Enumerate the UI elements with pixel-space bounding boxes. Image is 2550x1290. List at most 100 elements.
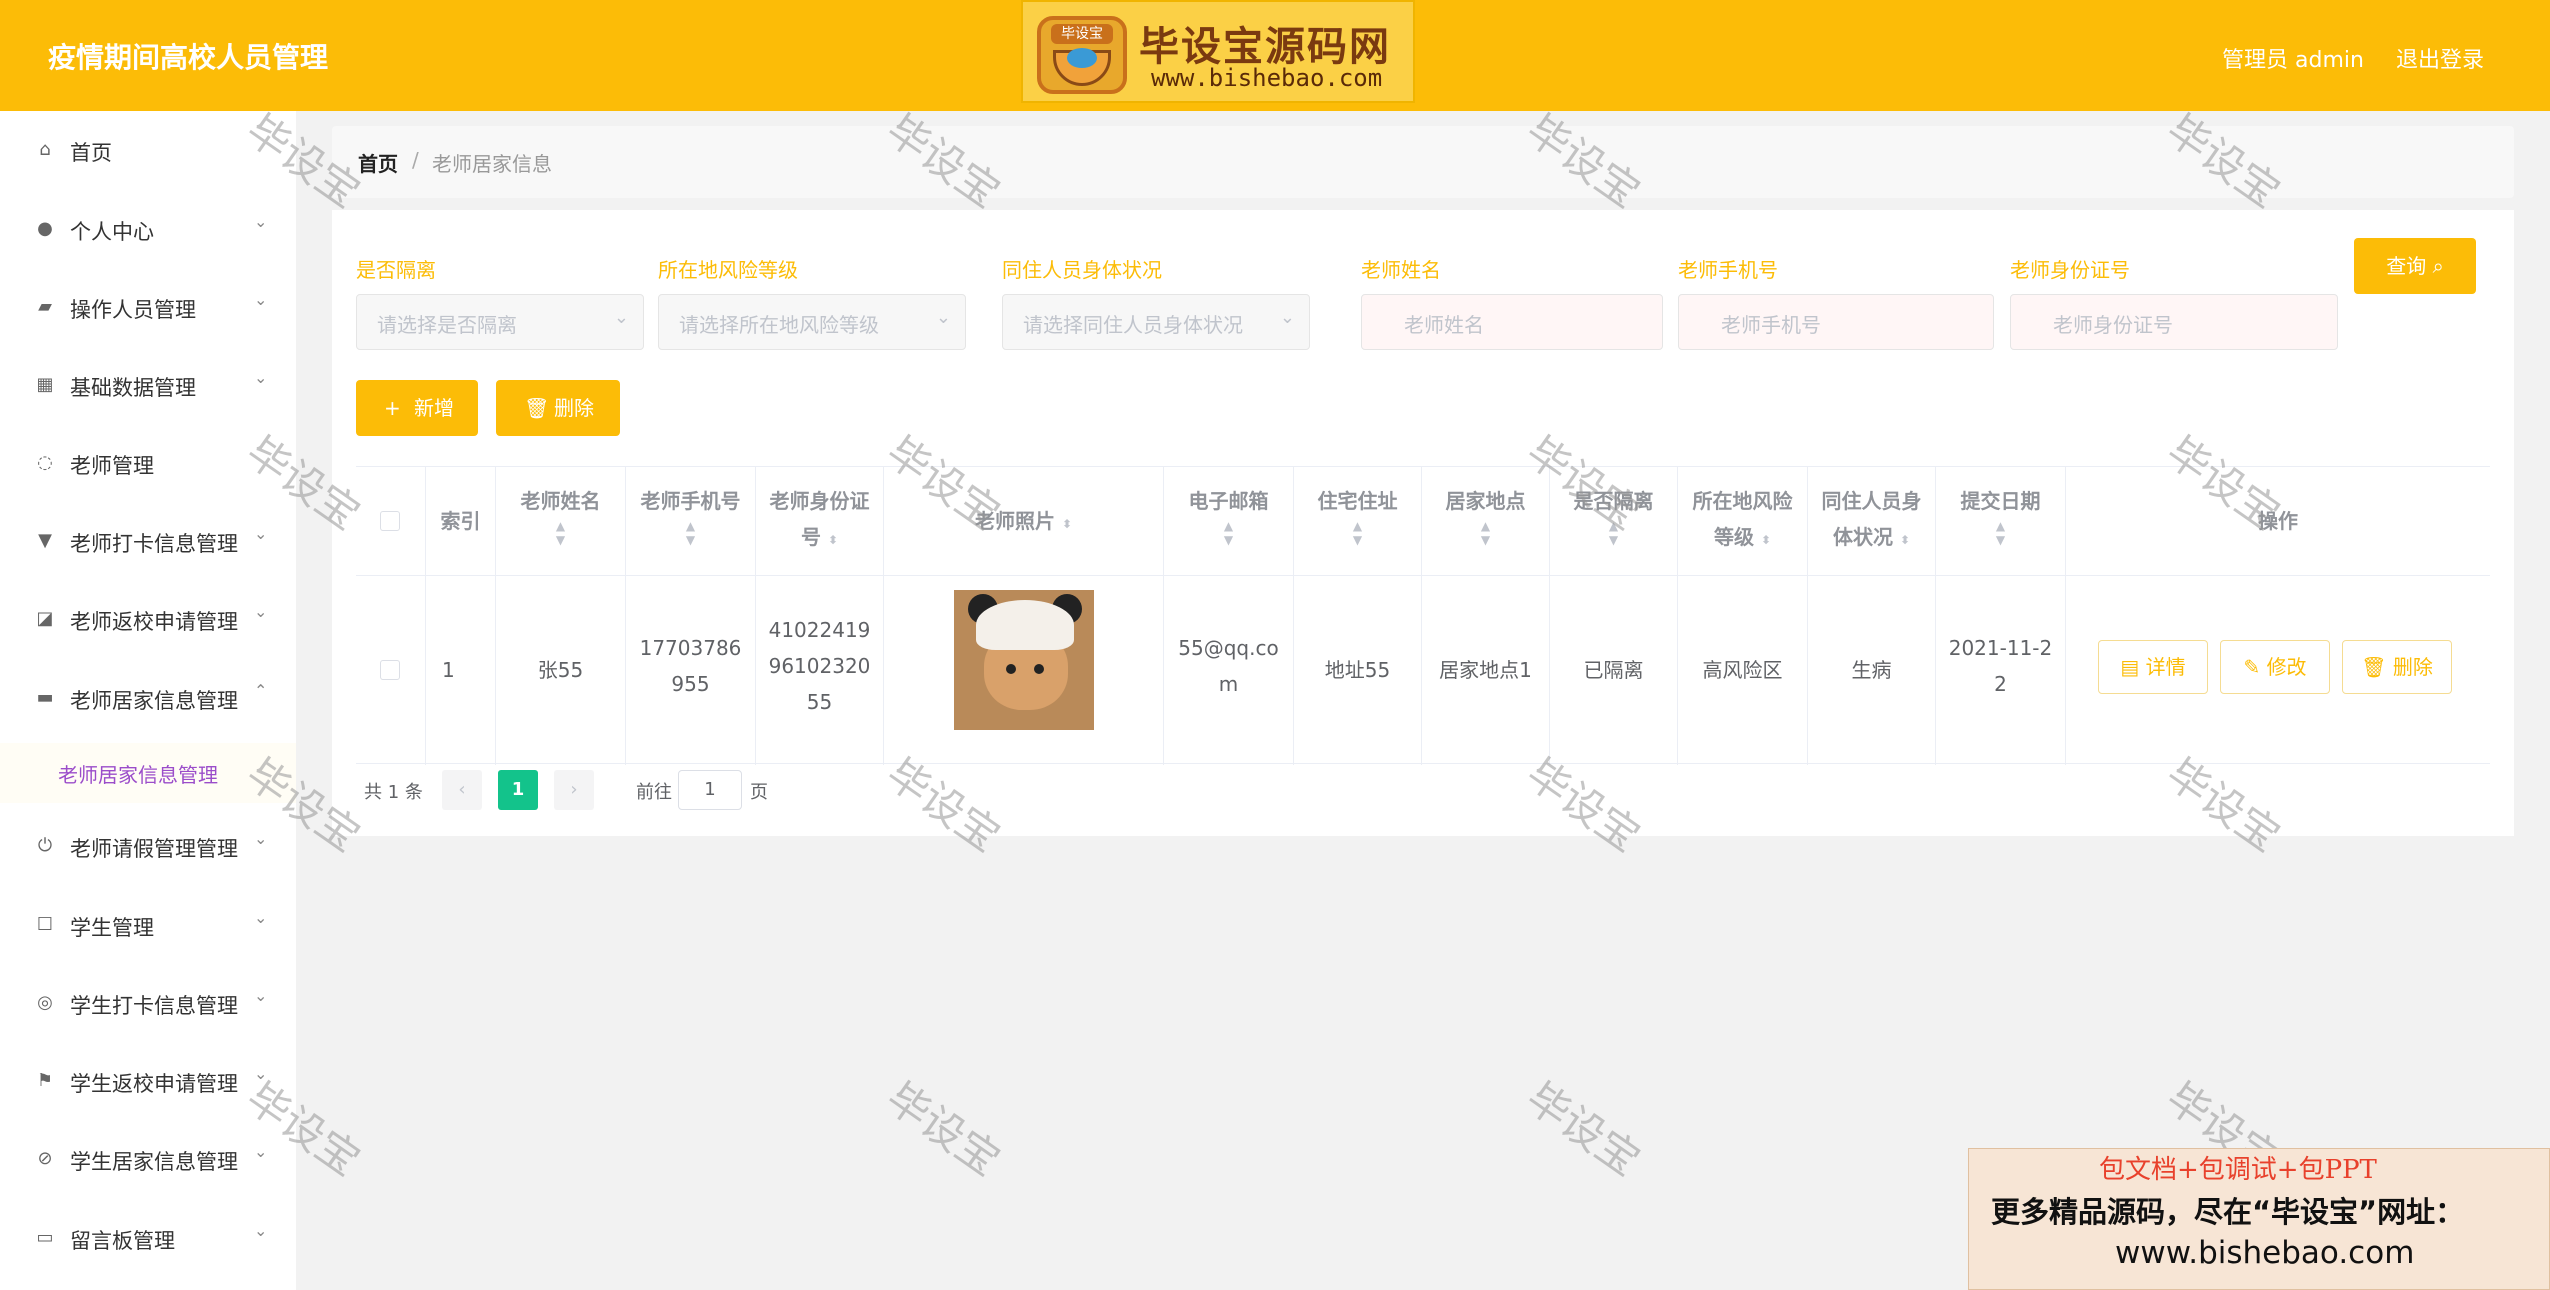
sidebar-item-teacher-home[interactable]: ▬ 老师居家信息管理 ⌃ bbox=[0, 669, 296, 729]
watermark: 毕设宝 bbox=[1517, 1072, 1649, 1186]
admin-label: 管理员 admin bbox=[2222, 48, 2364, 73]
sidebar-item-teacher-return[interactable]: ◪ 老师返校申请管理 ⌄ bbox=[0, 590, 296, 650]
cell-isolated: 已隔离 bbox=[1550, 575, 1678, 765]
select-placeholder: 请选择所在地风险等级 bbox=[679, 313, 879, 337]
teacher-phone-input[interactable]: 老师手机号 bbox=[1678, 294, 1994, 350]
promo-line-1: 包文档+包调试+包PPT bbox=[2099, 1155, 2377, 1185]
main-panel: 是否隔离 请选择是否隔离 ⌄ 所在地风险等级 请选择所在地风险等级 ⌄ 同住人员… bbox=[332, 210, 2514, 836]
edit-button[interactable]: ✎ 修改 bbox=[2220, 640, 2330, 694]
header-risk-level[interactable]: 所在地风险 等级 ⬍ bbox=[1678, 467, 1808, 575]
sidebar-item-operators[interactable]: ▰ 操作人员管理 ⌄ bbox=[0, 278, 296, 338]
pagination-page-label: 页 bbox=[750, 782, 768, 803]
chevron-down-icon: ⌄ bbox=[254, 290, 268, 309]
logout-button[interactable]: 退出登录 bbox=[2396, 42, 2484, 74]
header-address[interactable]: 住宅住址 ▲ ▼ bbox=[1294, 467, 1422, 575]
query-button[interactable]: 查询 ⌕ bbox=[2354, 238, 2476, 294]
chevron-down-icon: ⌄ bbox=[613, 307, 629, 328]
sidebar-item-teacher-checkin[interactable]: ▼ 老师打卡信息管理 ⌄ bbox=[0, 512, 296, 572]
site-logo: 毕设宝 毕设宝源码网 www.bishebao.com bbox=[1021, 0, 1415, 103]
header-cohabit-health[interactable]: 同住人员身 体状况 ⬍ bbox=[1808, 467, 1936, 575]
top-bar: 疫情期间高校人员管理 毕设宝 毕设宝源码网 www.bishebao.com 管… bbox=[0, 0, 2550, 111]
row-checkbox[interactable] bbox=[380, 660, 400, 680]
isolated-select[interactable]: 请选择是否隔离 ⌄ bbox=[356, 294, 644, 350]
page-number-button[interactable]: 1 bbox=[498, 770, 538, 810]
watermark: 毕设宝 bbox=[1517, 104, 1649, 218]
cell-phone: 17703786 955 bbox=[626, 575, 756, 765]
compass-icon: ◎ bbox=[37, 992, 53, 1013]
promo-line-2: 更多精品源码，尽在“毕设宝”网址： bbox=[1991, 1195, 2465, 1229]
next-page-button[interactable]: › bbox=[554, 770, 594, 810]
data-table: 索引 老师姓名 ▲ ▼ 老师手机号 ▲ ▼ 老师身份证号 ⬍ 老师照片 ⬍ 电子邮箱 ▲ ▼… bbox=[356, 466, 2490, 765]
sort-icon: ▲ ▼ bbox=[685, 519, 696, 547]
plus-icon: + bbox=[384, 396, 401, 420]
header-email[interactable]: 电子邮箱 ▲ ▼ bbox=[1164, 467, 1294, 575]
breadcrumb-current: 老师居家信息 bbox=[432, 152, 552, 176]
row-delete-button[interactable]: 🗑 删除 bbox=[2342, 640, 2452, 694]
header-name[interactable]: 老师姓名 ▲ ▼ bbox=[496, 467, 626, 575]
ticket-icon: ▬ bbox=[36, 687, 54, 708]
cohabit-health-select[interactable]: 请选择同住人员身体状况 ⌄ bbox=[1002, 294, 1310, 350]
query-label: 查询 bbox=[2386, 254, 2427, 278]
sidebar-item-message-board[interactable]: ▭ 留言板管理 ⌄ bbox=[0, 1209, 296, 1269]
chevron-down-icon: ⌄ bbox=[254, 368, 268, 387]
app-title: 疫情期间高校人员管理 bbox=[48, 41, 329, 74]
detail-button[interactable]: ▤ 详情 bbox=[2098, 640, 2208, 694]
sidebar-item-teacher-leave[interactable]: ⏻ 老师请假管理管理 ⌄ bbox=[0, 817, 296, 877]
input-placeholder: 老师姓名 bbox=[1404, 313, 1484, 337]
teacher-photo[interactable] bbox=[954, 590, 1094, 730]
power-icon: ⏻ bbox=[37, 835, 53, 856]
sidebar-item-label: 老师请假管理管理 bbox=[70, 837, 238, 861]
chevron-down-icon: ⌄ bbox=[254, 908, 268, 927]
header-phone[interactable]: 老师手机号 ▲ ▼ bbox=[626, 467, 756, 575]
add-button[interactable]: + 新增 bbox=[356, 380, 478, 436]
chevron-up-icon: ⌃ bbox=[254, 681, 268, 700]
page-jump-input[interactable]: 1 bbox=[678, 770, 742, 810]
sort-icon: ⬍ bbox=[1760, 533, 1772, 547]
cell-index: 1 bbox=[426, 575, 496, 765]
chevron-down-icon: ⌄ bbox=[254, 829, 268, 848]
sort-icon: ▲ ▼ bbox=[1480, 519, 1491, 547]
sort-icon: ⬍ bbox=[827, 533, 839, 547]
cell-email: 55@qq.co m bbox=[1164, 575, 1294, 765]
risk-level-select[interactable]: 请选择所在地风险等级 ⌄ bbox=[658, 294, 966, 350]
trash-icon: 🗑 bbox=[524, 396, 550, 420]
logo-mark-icon: 毕设宝 bbox=[1037, 16, 1127, 94]
cell-date: 2021-11-2 2 bbox=[1936, 575, 2066, 765]
delete-label: 删除 bbox=[554, 396, 594, 420]
bell-off-icon: ⊘ bbox=[37, 1148, 53, 1169]
sidebar-item-label: 个人中心 bbox=[70, 220, 154, 244]
cell-photo bbox=[884, 575, 1164, 765]
sidebar-item-basic-data[interactable]: ▦ 基础数据管理 ⌄ bbox=[0, 356, 296, 416]
sidebar-item-personal[interactable]: ● 个人中心 ⌄ bbox=[0, 200, 296, 260]
submenu-item-label: 老师居家信息管理 bbox=[58, 763, 218, 787]
promo-banner[interactable]: 包文档+包调试+包PPT 更多精品源码，尽在“毕设宝”网址： www.bishe… bbox=[1968, 1148, 2550, 1290]
chevron-left-icon: ‹ bbox=[458, 779, 466, 800]
sidebar-item-students[interactable]: ☐ 学生管理 ⌄ bbox=[0, 896, 296, 956]
sidebar-item-label: 操作人员管理 bbox=[70, 298, 196, 322]
cell-operations: ▤ 详情 ✎ 修改 🗑 删除 bbox=[2066, 575, 2490, 765]
header-idcard[interactable]: 老师身份证号 ⬍ bbox=[756, 467, 884, 575]
watermark: 毕设宝 bbox=[2157, 104, 2289, 218]
filter-label-name: 老师姓名 bbox=[1361, 258, 1441, 282]
header-home-location[interactable]: 居家地点 ▲ ▼ bbox=[1422, 467, 1550, 575]
message-icon: ☐ bbox=[36, 914, 54, 935]
sort-icon: ⬍ bbox=[1899, 533, 1911, 547]
input-placeholder: 老师身份证号 bbox=[2053, 313, 2173, 337]
filter-label-cohabit: 同住人员身体状况 bbox=[1002, 258, 1162, 282]
filter-label-phone: 老师手机号 bbox=[1678, 258, 1778, 282]
select-placeholder: 请选择是否隔离 bbox=[377, 313, 517, 337]
prev-page-button[interactable]: ‹ bbox=[442, 770, 482, 810]
teacher-idcard-input[interactable]: 老师身份证号 bbox=[2010, 294, 2338, 350]
sidebar-item-label: 学生打卡信息管理 bbox=[70, 994, 238, 1018]
add-label: 新增 bbox=[414, 396, 454, 420]
pencil-icon: ✎ bbox=[2243, 655, 2267, 679]
teacher-name-input[interactable]: 老师姓名 bbox=[1361, 294, 1663, 350]
chevron-down-icon: ⌄ bbox=[254, 1221, 268, 1240]
select-all-checkbox[interactable] bbox=[380, 511, 400, 531]
cell-address: 地址55 bbox=[1294, 575, 1422, 765]
sidebar-item-student-checkin[interactable]: ◎ 学生打卡信息管理 ⌄ bbox=[0, 974, 296, 1034]
sidebar-item-student-home[interactable]: ⊘ 学生居家信息管理 ⌄ bbox=[0, 1130, 296, 1190]
header-date[interactable]: 提交日期 ▲ ▼ bbox=[1936, 467, 2066, 575]
batch-delete-button[interactable]: 🗑 删除 bbox=[496, 380, 620, 436]
flag-icon: ⚑ bbox=[36, 1070, 54, 1091]
